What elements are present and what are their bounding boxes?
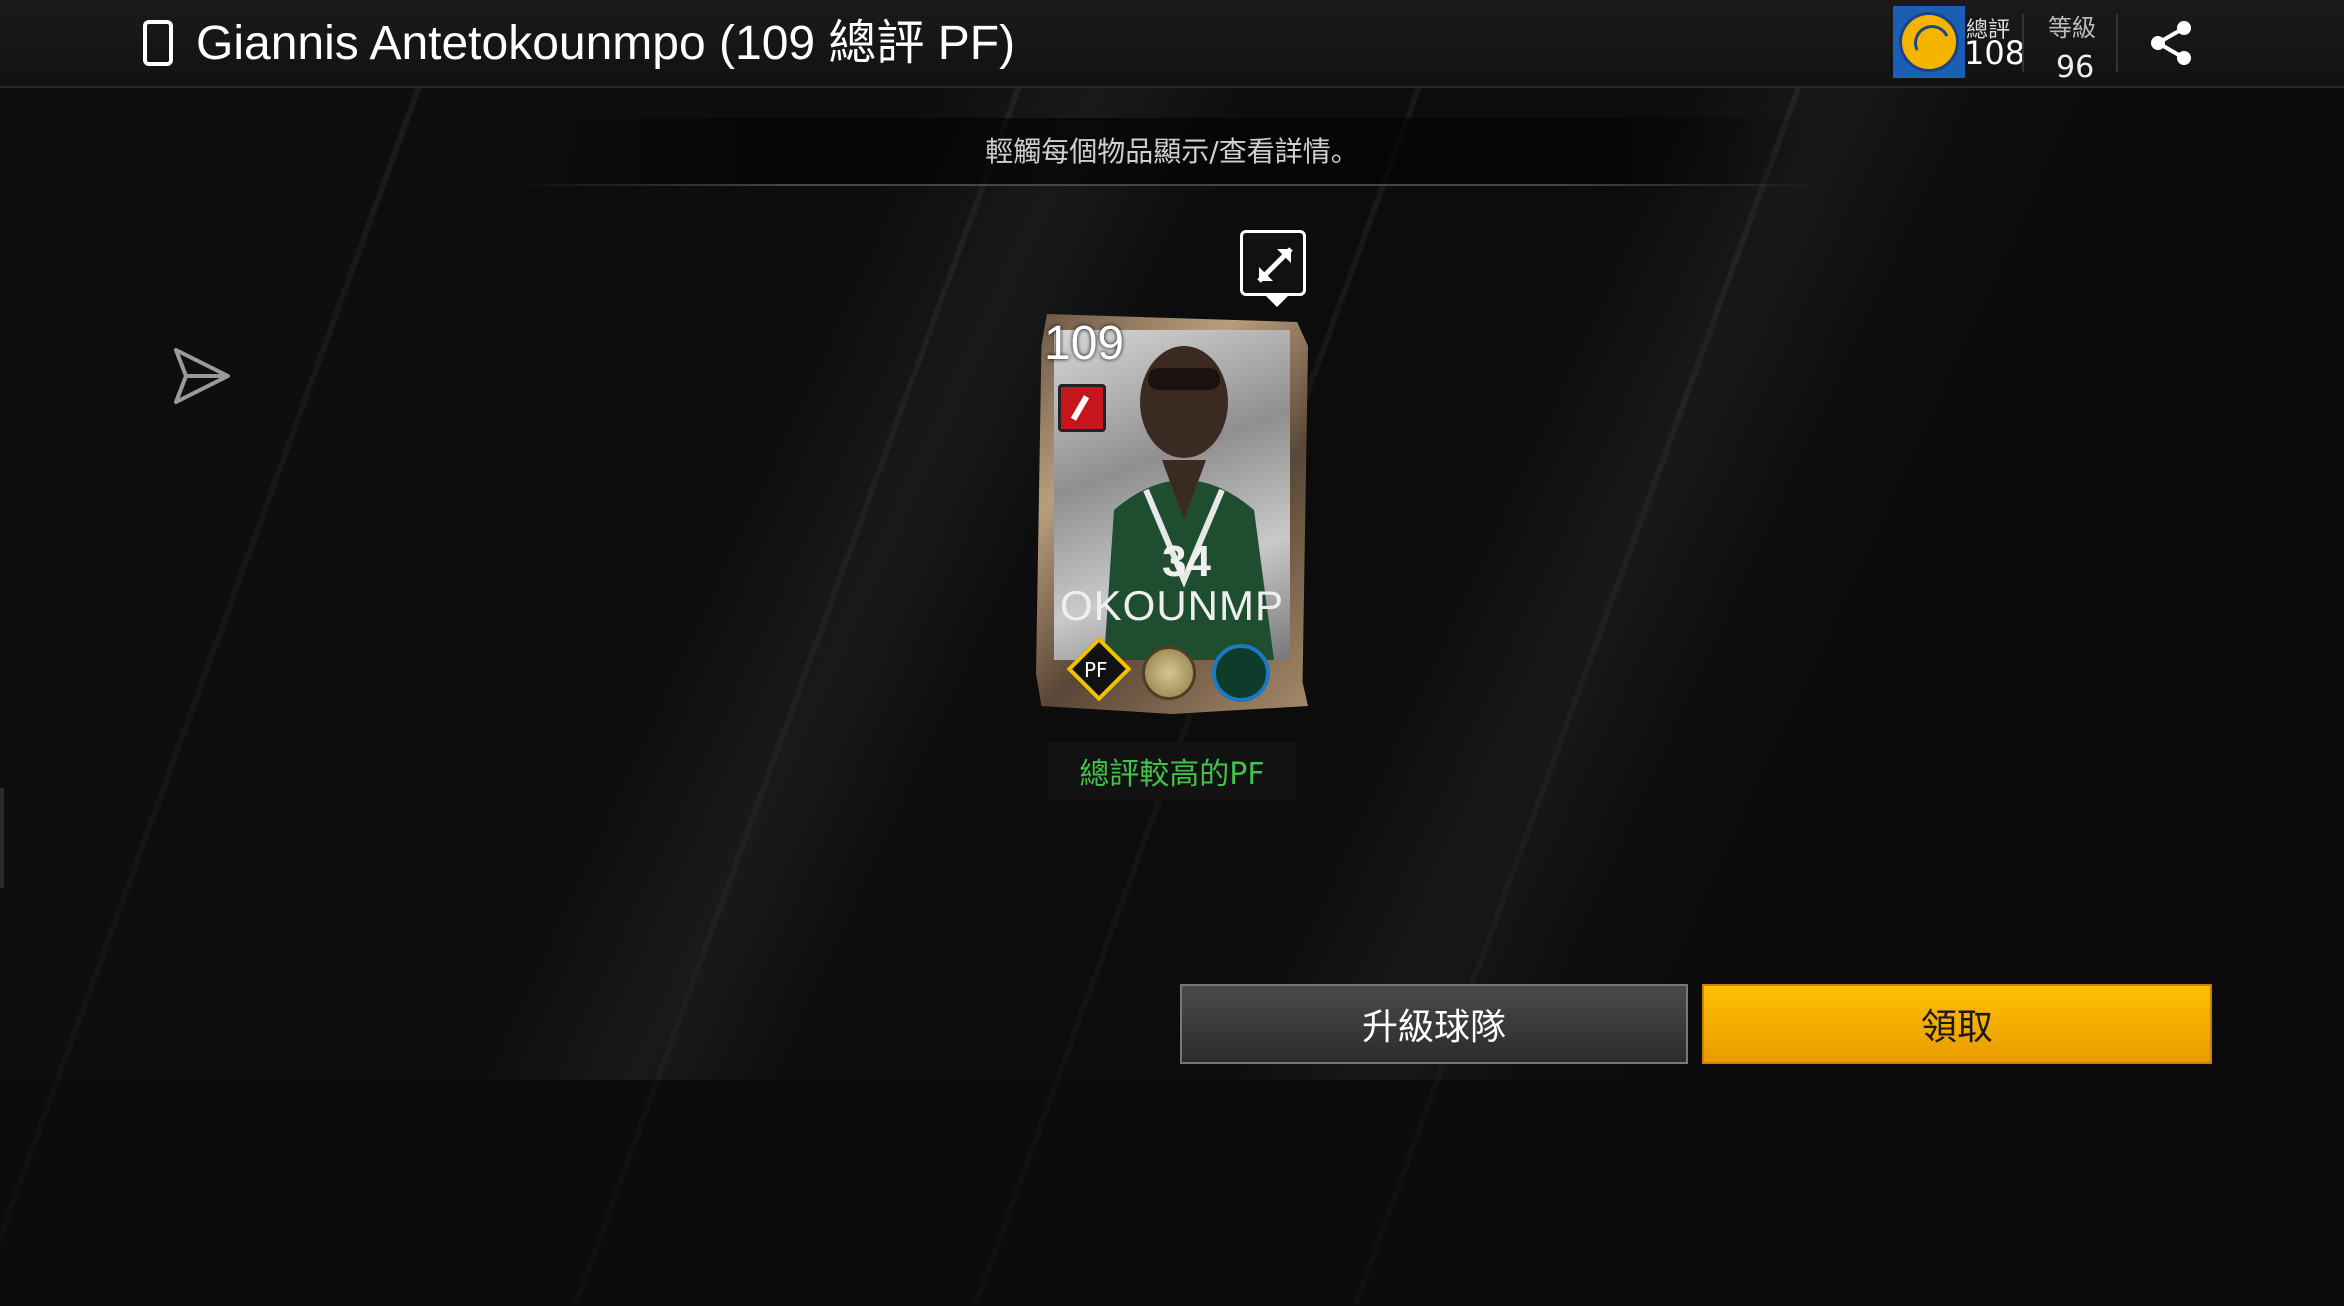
claim-button[interactable]: 領取 [1702,984,2212,1064]
divider [514,184,1830,186]
instruction-bar: 輕觸每個物品顯示/查看詳情。 [514,118,1830,186]
card-badges: PF [1036,636,1308,704]
send-icon[interactable] [170,346,234,410]
card-overall: 109 [1044,317,1125,370]
card-type-icon [1058,384,1106,432]
player-card[interactable]: 34 109 OKOUNMP PF [1036,314,1308,714]
rank-note: 總評較高的PF [1048,742,1296,800]
share-icon[interactable] [2146,18,2196,68]
expand-card-button[interactable] [1240,230,1306,307]
divider [2022,14,2024,72]
team-ovr-value: 108 [1964,34,2026,72]
level-label: 等級 [2048,14,2096,42]
card-icon [143,20,173,66]
divider [2116,14,2118,72]
instruction-text: 輕觸每個物品顯示/查看詳情。 [985,135,1359,168]
position-text: PF [1084,658,1108,682]
team-logo-icon[interactable] [1893,6,1965,78]
program-coin-icon [1142,646,1196,700]
top-bar: Giannis Antetokounmpo (109 總評 PF) 總評 108… [0,0,2344,88]
page-title: Giannis Antetokounmpo (109 總評 PF) [196,17,1016,70]
upgrade-team-button[interactable]: 升級球隊 [1180,984,1688,1064]
card-player-name: OKOUNMP [1059,582,1284,629]
svg-text:34: 34 [1162,537,1211,586]
team-badge-icon [1212,644,1270,702]
level-value: 96 [2056,50,2095,85]
expand-icon [1257,247,1293,283]
edge-marker [0,788,4,888]
